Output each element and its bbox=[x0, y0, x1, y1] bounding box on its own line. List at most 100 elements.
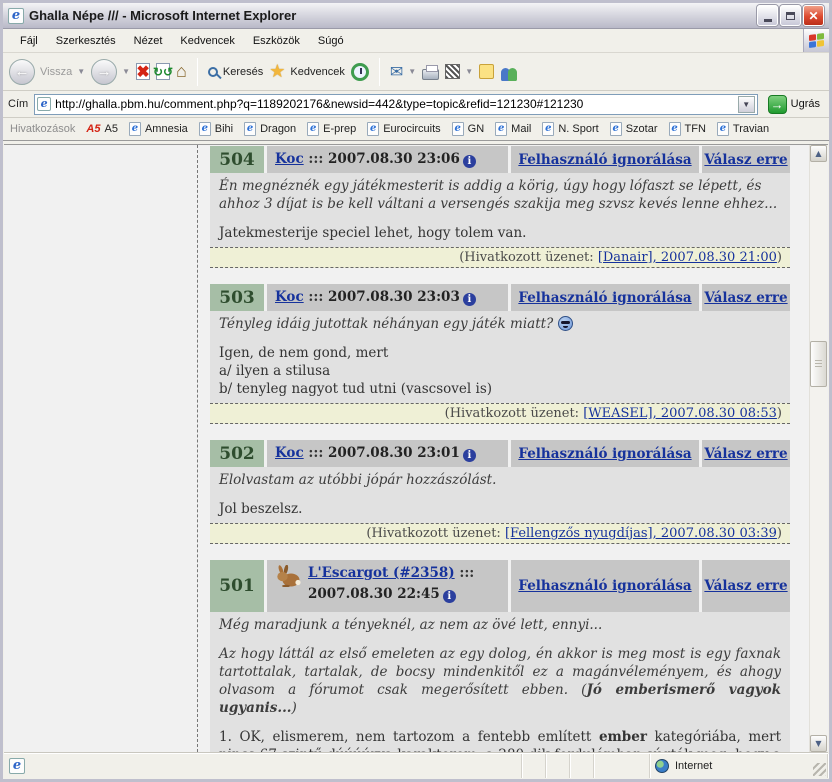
mail-button[interactable]: ✉ ▼ bbox=[390, 62, 416, 82]
back-dropdown-icon[interactable]: ▼ bbox=[77, 67, 85, 76]
close-button[interactable]: ✕ bbox=[803, 5, 824, 26]
discuss-button[interactable] bbox=[479, 64, 494, 79]
ignore-user-link[interactable]: Felhasználó ignorálása bbox=[518, 578, 691, 594]
search-button[interactable]: Keresés bbox=[208, 66, 263, 78]
post-author-link[interactable]: Koc bbox=[275, 151, 304, 167]
vertical-scrollbar[interactable]: ▲ ▼ bbox=[809, 145, 827, 752]
links-bar-item[interactable]: e Travian bbox=[717, 122, 769, 136]
favorites-star-icon: ★ bbox=[269, 61, 285, 82]
links-bar-item[interactable]: e Dragon bbox=[244, 122, 296, 136]
go-button[interactable]: → Ugrás bbox=[764, 94, 824, 115]
link-label: Travian bbox=[733, 123, 769, 135]
info-icon[interactable]: i bbox=[463, 449, 476, 462]
mail-dropdown-icon[interactable]: ▼ bbox=[408, 67, 416, 76]
links-bar-item[interactable]: e Bihi bbox=[199, 122, 233, 136]
ref-close: ) bbox=[777, 406, 782, 421]
links-bar-item[interactable]: e Amnesia bbox=[129, 122, 188, 136]
ignore-user-cell: Felhasználó ignorálása bbox=[511, 440, 699, 467]
status-main-pane: e bbox=[4, 754, 522, 778]
links-bar-item[interactable]: e Eurocircuits bbox=[367, 122, 440, 136]
reply-link[interactable]: Válasz erre bbox=[704, 578, 787, 594]
forward-dropdown-icon[interactable]: ▼ bbox=[122, 67, 130, 76]
post-datetime: 2007.08.30 23:03 bbox=[328, 289, 460, 305]
info-icon[interactable]: i bbox=[443, 590, 456, 603]
ref-link[interactable]: [WEASEL], 2007.08.30 08:53 bbox=[583, 406, 777, 421]
links-bar-item[interactable]: e GN bbox=[452, 122, 485, 136]
ignore-user-cell: Felhasználó ignorálása bbox=[511, 560, 699, 612]
post-author-link[interactable]: Koc bbox=[275, 289, 304, 305]
post-header: 503 Koc ::: 2007.08.30 23:03i Felhasznál… bbox=[210, 284, 790, 311]
post-header: 502 Koc ::: 2007.08.30 23:01i Felhasznál… bbox=[210, 440, 790, 467]
status-zone-pane: Internet bbox=[650, 754, 828, 778]
post-body: Én megnéznék egy játékmesterit is addig … bbox=[210, 173, 790, 247]
reply-link[interactable]: Válasz erre bbox=[704, 152, 787, 168]
address-input[interactable]: e http://ghalla.pbm.hu/comment.php?q=118… bbox=[34, 94, 757, 115]
toolbar-separator bbox=[197, 58, 198, 86]
address-dropdown-icon[interactable]: ▼ bbox=[738, 96, 755, 113]
reply-link[interactable]: Válasz erre bbox=[704, 446, 787, 462]
address-bar: Cím e http://ghalla.pbm.hu/comment.php?q… bbox=[3, 91, 829, 118]
forum-post: 503 Koc ::: 2007.08.30 23:03i Felhasznál… bbox=[210, 284, 790, 424]
link-favicon: e bbox=[367, 122, 379, 136]
resize-grip-icon[interactable] bbox=[813, 763, 826, 776]
links-bar-item[interactable]: A5 A5 bbox=[86, 122, 118, 136]
menu-item[interactable]: Súgó bbox=[309, 32, 353, 50]
post-header: 504 Koc ::: 2007.08.30 23:06i Felhasznál… bbox=[210, 146, 790, 173]
ref-link[interactable]: [Fellengzős nyugdíjas], 2007.08.30 03:39 bbox=[505, 526, 777, 541]
links-bar-item[interactable]: e Szotar bbox=[610, 122, 658, 136]
ignore-user-link[interactable]: Felhasználó ignorálása bbox=[518, 446, 691, 462]
scroll-up-button[interactable]: ▲ bbox=[810, 145, 827, 162]
forward-button[interactable]: → ▼ bbox=[91, 59, 130, 85]
back-icon: ← bbox=[9, 59, 35, 85]
info-icon[interactable]: i bbox=[463, 293, 476, 306]
ignore-user-link[interactable]: Felhasználó ignorálása bbox=[518, 152, 691, 168]
ignore-user-link[interactable]: Felhasználó ignorálása bbox=[518, 290, 691, 306]
ref-prefix: (Hivatkozott üzenet: bbox=[445, 406, 584, 421]
menu-item[interactable]: Nézet bbox=[125, 32, 172, 50]
edit-button[interactable]: ▼ bbox=[445, 64, 473, 79]
links-bar-item[interactable]: e E-prep bbox=[307, 122, 356, 136]
titlebar[interactable]: e Ghalla Népe /// - Microsoft Internet E… bbox=[3, 3, 829, 29]
links-bar-item[interactable]: e N. Sport bbox=[542, 122, 598, 136]
status-pane bbox=[594, 754, 650, 778]
post-datetime: 2007.08.30 23:06 bbox=[328, 151, 460, 167]
post-author-link[interactable]: Koc bbox=[275, 445, 304, 461]
history-button[interactable] bbox=[351, 63, 369, 81]
stop-button[interactable]: ✖ bbox=[136, 63, 150, 80]
link-label: Bihi bbox=[215, 123, 233, 135]
back-button[interactable]: ← Vissza ▼ bbox=[9, 59, 85, 85]
scroll-thumb[interactable] bbox=[810, 341, 827, 387]
links-bar-item[interactable]: e TFN bbox=[669, 122, 706, 136]
link-label: Mail bbox=[511, 123, 531, 135]
windows-logo-icon bbox=[803, 29, 829, 52]
link-label: N. Sport bbox=[558, 123, 598, 135]
print-button[interactable] bbox=[422, 64, 439, 80]
status-page-icon: e bbox=[9, 758, 25, 774]
menu-item[interactable]: Fájl bbox=[11, 32, 47, 50]
messenger-button[interactable] bbox=[500, 63, 520, 81]
link-label: Eurocircuits bbox=[383, 123, 440, 135]
info-icon[interactable]: i bbox=[463, 155, 476, 168]
post-separator: ::: bbox=[304, 445, 328, 461]
forward-icon: → bbox=[91, 59, 117, 85]
reply-link[interactable]: Válasz erre bbox=[704, 290, 787, 306]
post-number: 504 bbox=[210, 146, 264, 173]
menu-item[interactable]: Szerkesztés bbox=[47, 32, 125, 50]
favorites-button[interactable]: ★ Kedvencek bbox=[269, 61, 345, 82]
ref-link[interactable]: [Danair], 2007.08.30 21:00 bbox=[598, 250, 777, 265]
link-favicon: e bbox=[495, 122, 507, 136]
forum-post: 502 Koc ::: 2007.08.30 23:01i Felhasznál… bbox=[210, 440, 790, 544]
menu-item[interactable]: Kedvencek bbox=[171, 32, 243, 50]
maximize-button[interactable] bbox=[780, 5, 801, 26]
minimize-button[interactable] bbox=[757, 5, 778, 26]
post-author-link[interactable]: L'Escargot (#2358) bbox=[308, 565, 455, 581]
scroll-down-button[interactable]: ▼ bbox=[810, 735, 827, 752]
links-bar-item[interactable]: e Mail bbox=[495, 122, 531, 136]
menu-item[interactable]: Eszközök bbox=[244, 32, 309, 50]
edit-dropdown-icon[interactable]: ▼ bbox=[465, 67, 473, 76]
home-button[interactable]: ⌂ bbox=[176, 61, 187, 82]
browser-window: e Ghalla Népe /// - Microsoft Internet E… bbox=[0, 0, 832, 782]
rabbit-avatar-icon bbox=[275, 565, 301, 594]
refresh-button[interactable]: ↻↺ bbox=[156, 63, 170, 80]
post-paragraph: Jatekmesterije speciel lehet, hogy tolem… bbox=[219, 224, 781, 242]
